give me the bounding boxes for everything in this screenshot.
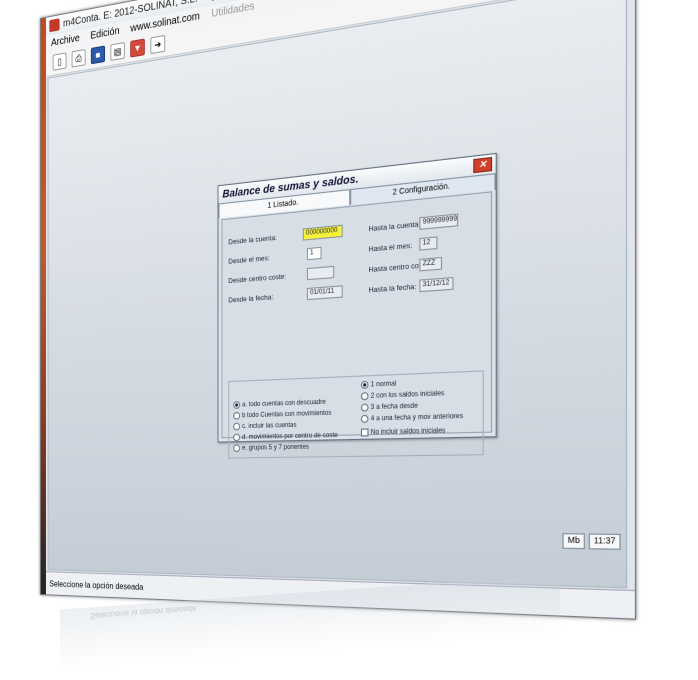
- desde-cuenta-field[interactable]: 000000000: [302, 224, 343, 241]
- mdi-workspace: – ▫ ✕ Balance de sumas y saldos. ✕ 1 Lis…: [47, 0, 628, 589]
- option-3[interactable]: 3 a fecha desde: [360, 402, 418, 412]
- balance-dialog: Balance de sumas y saldos. ✕ 1 Listado. …: [217, 152, 497, 459]
- radio-icon: [360, 403, 369, 412]
- desde-cuenta-label: Desde la cuenta:: [228, 234, 277, 247]
- stage: m4Conta. E: 2012-SOLINAT, S.L. - Ejercic…: [0, 0, 698, 680]
- status-boxes: Mb 11:37: [562, 533, 621, 550]
- hasta-fecha-field[interactable]: 31/12/12: [419, 276, 454, 293]
- app-window: m4Conta. E: 2012-SOLINAT, S.L. - Ejercic…: [40, 0, 637, 620]
- desde-fecha-label: Desde la fecha:: [228, 293, 274, 305]
- option-a[interactable]: a. todo cuentas con descuadre: [233, 398, 326, 409]
- radio-icon: [360, 392, 369, 401]
- radio-icon: [233, 401, 241, 409]
- new-document-icon[interactable]: ▯: [52, 52, 67, 71]
- pdf-icon[interactable]: ▼: [130, 38, 145, 58]
- status-text: Seleccione la opción deseada: [49, 578, 144, 592]
- reflection-text: Seleccione la opción deseada: [90, 603, 197, 621]
- hasta-centro-field[interactable]: ZZZ: [419, 256, 443, 272]
- option-2[interactable]: 2 con los saldos iniciales: [360, 389, 445, 401]
- radio-icon: [233, 422, 241, 431]
- radio-icon: [360, 414, 369, 423]
- radio-icon: [360, 380, 369, 390]
- options-group: a. todo cuentas con descuadre b todo Cue…: [228, 370, 484, 459]
- no-saldos-label: No incluir saldos iniciales: [370, 427, 446, 436]
- option-d-label: d. movimientos por centro de coste: [242, 431, 338, 441]
- listado-panel: Desde la cuenta: 000000000 Desde el mes:…: [221, 191, 493, 459]
- option-a-label: a. todo cuentas con descuadre: [242, 398, 326, 409]
- option-e[interactable]: e. grupos 5 y 7 ponentes: [233, 443, 310, 453]
- page-setup-icon[interactable]: ▤: [110, 41, 125, 61]
- print-icon[interactable]: ⎙: [71, 48, 86, 68]
- option-c-label: c. incluir las cuentas: [242, 421, 297, 430]
- desde-centro-field[interactable]: [306, 265, 335, 281]
- hasta-mes-field[interactable]: 12: [419, 236, 438, 251]
- hasta-cuenta-label: Hasta la cuenta:: [368, 220, 421, 234]
- option-b-label: b todo Cuentas con movimientos: [242, 409, 332, 419]
- status-box-mb: Mb: [562, 533, 585, 550]
- app-logo-icon: [49, 18, 60, 33]
- close-icon[interactable]: ✕: [473, 156, 493, 174]
- hasta-cuenta-field[interactable]: 999999999: [419, 213, 459, 230]
- desde-fecha-field[interactable]: 01/01/11: [306, 285, 343, 301]
- option-b[interactable]: b todo Cuentas con movimientos: [233, 409, 331, 420]
- option-4-label: 4 a una fecha y mov anteriores: [370, 412, 464, 423]
- desde-mes-field[interactable]: 1: [306, 246, 322, 261]
- no-saldos-checkbox[interactable]: No incluir saldos iniciales: [360, 427, 446, 437]
- radio-icon: [233, 444, 241, 453]
- hasta-mes-label: Hasta el mes:: [368, 242, 413, 254]
- option-2-label: 2 con los saldos iniciales: [370, 390, 445, 400]
- radio-icon: [233, 433, 241, 442]
- option-e-label: e. grupos 5 y 7 ponentes: [242, 443, 310, 452]
- checkbox-icon: [360, 428, 369, 437]
- option-1[interactable]: 1 normal: [360, 380, 397, 390]
- radio-icon: [233, 411, 241, 420]
- status-box-time: 11:37: [588, 533, 621, 550]
- option-3-label: 3 a fecha desde: [370, 402, 418, 411]
- desde-centro-label: Desde centro coste:: [228, 273, 287, 286]
- desde-mes-label: Desde el mes:: [228, 254, 270, 266]
- option-1-label: 1 normal: [370, 380, 397, 389]
- option-4[interactable]: 4 a una fecha y mov anteriores: [360, 412, 464, 423]
- option-d[interactable]: d. movimientos por centro de coste: [233, 431, 338, 442]
- hasta-fecha-label: Hasta la fecha:: [368, 283, 417, 295]
- exit-icon[interactable]: ➜: [150, 34, 166, 55]
- option-c[interactable]: c. incluir las cuentas: [233, 421, 297, 431]
- save-icon[interactable]: ■: [90, 45, 106, 65]
